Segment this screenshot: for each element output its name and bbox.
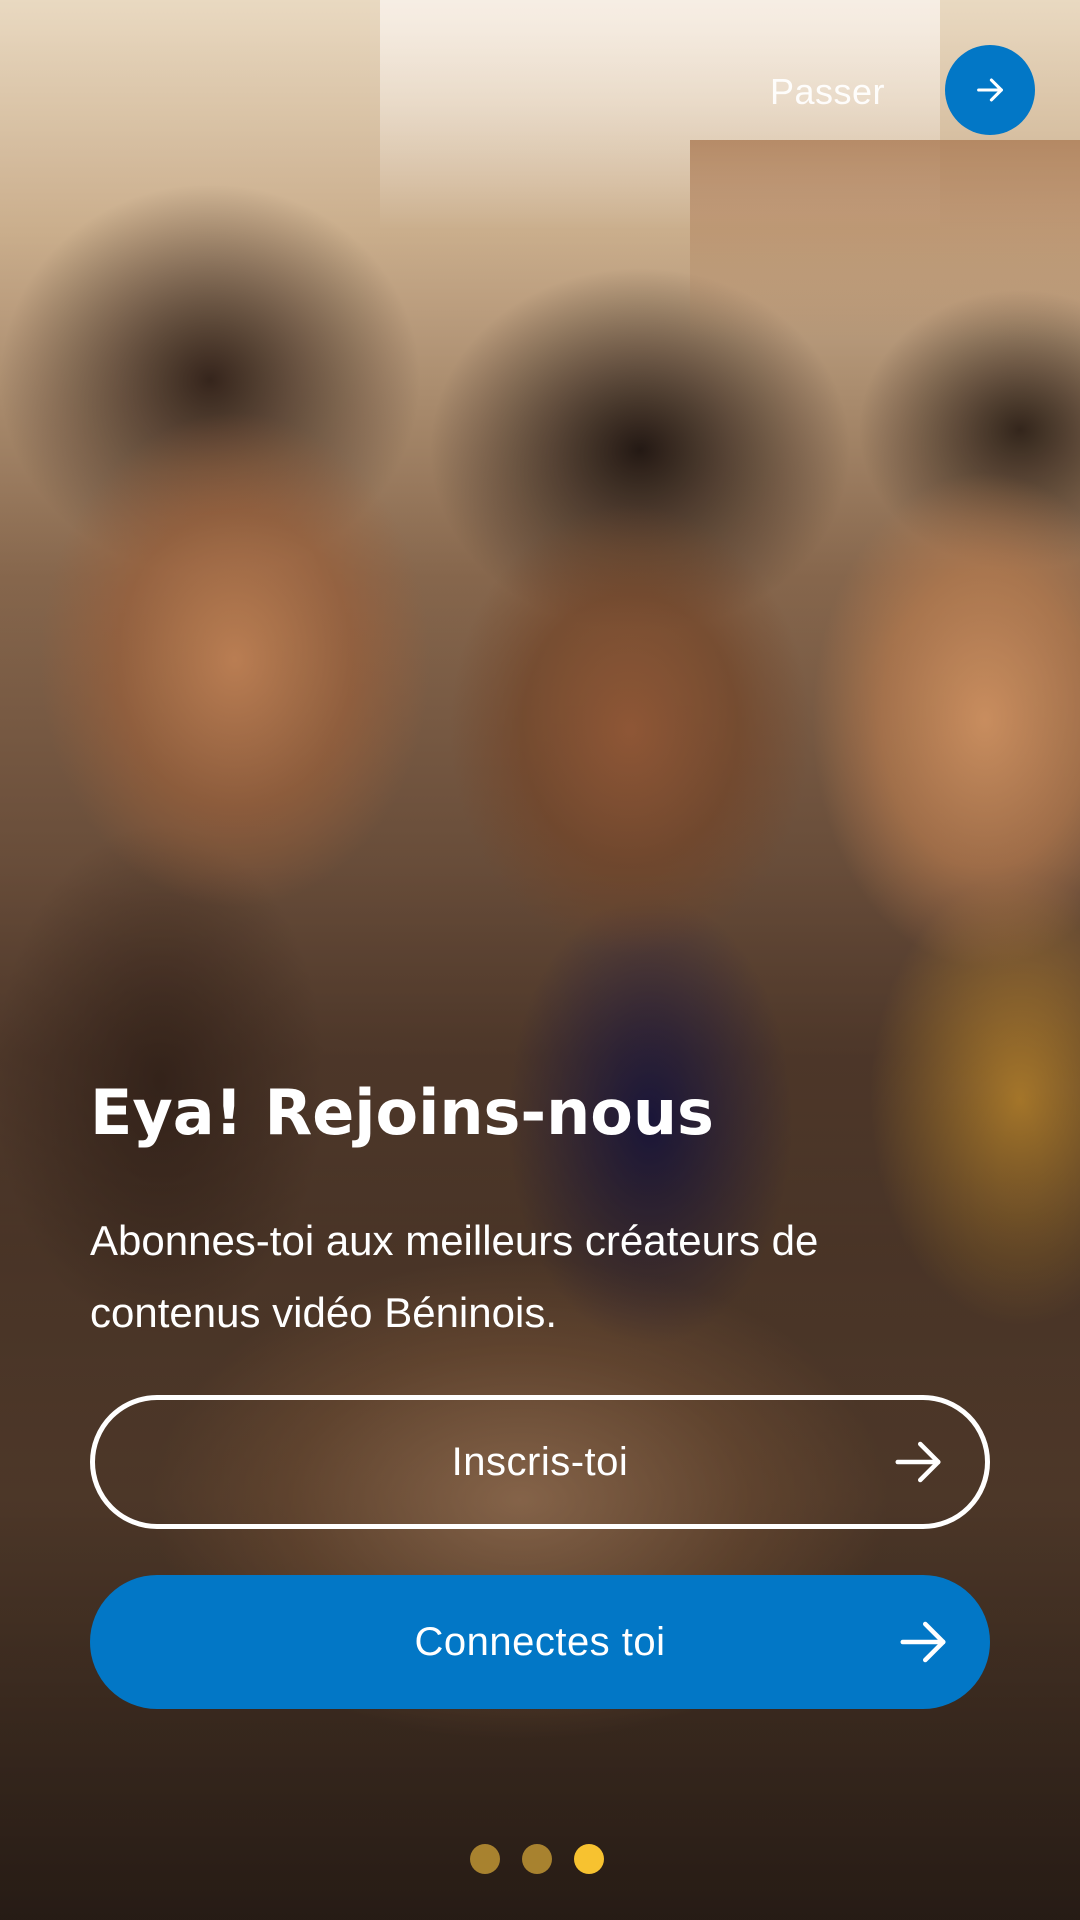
page-indicator	[470, 1844, 604, 1874]
skip-label[interactable]: Passer	[770, 70, 885, 114]
arrow-right-icon	[895, 1441, 941, 1483]
page-subtitle: Abonnes-toi aux meilleurs créateurs de c…	[90, 1217, 819, 1336]
signup-button[interactable]: Inscris-toi	[90, 1395, 990, 1529]
arrow-right-icon	[977, 78, 1003, 102]
signup-button-label: Inscris-toi	[451, 1439, 629, 1484]
skip-button[interactable]	[945, 45, 1035, 135]
login-button[interactable]: Connectes toi	[90, 1575, 990, 1709]
page-title: Eya! Rejoins-nous	[90, 1076, 714, 1149]
page-dot-active[interactable]	[574, 1844, 604, 1874]
onboarding-screen: Passer Eya! Rejoins-nous Abonnes-toi aux…	[0, 0, 1080, 1920]
page-dot[interactable]	[470, 1844, 500, 1874]
arrow-right-icon	[900, 1621, 946, 1663]
login-button-label: Connectes toi	[414, 1619, 666, 1664]
page-dot[interactable]	[522, 1844, 552, 1874]
